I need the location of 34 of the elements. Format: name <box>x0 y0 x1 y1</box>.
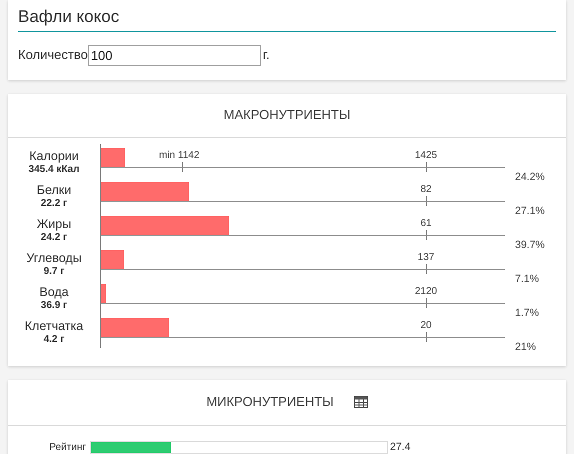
table-icon[interactable] <box>354 396 368 408</box>
unit-label: г. <box>262 46 270 64</box>
norm-label: 82 <box>420 182 432 196</box>
percent-label: 27.1% <box>515 204 545 216</box>
nutrient-name: Вода <box>39 286 69 299</box>
nutrient-amount: 4.2 г <box>44 334 64 345</box>
section-title: МАКРОНУТРИЕНТЫ <box>224 106 350 124</box>
norm-label: 1425 <box>414 148 438 162</box>
nutrient-amount: 9.7 г <box>44 266 64 277</box>
norm-label: 61 <box>420 216 432 230</box>
percent-label: 21% <box>515 340 536 352</box>
rating-label: Рейтинг <box>48 440 87 454</box>
section-title: МИКРОНУТРИЕНТЫ <box>206 393 334 412</box>
norm-label: 2120 <box>414 284 438 298</box>
percent-label: 7.1% <box>515 272 539 284</box>
percent-label: 39.7% <box>515 238 545 250</box>
quantity-label: Количество <box>18 46 88 64</box>
nutrient-name: Белки <box>36 184 72 197</box>
nutrient-amount: 22.2 г <box>40 198 68 209</box>
rating-value: 27.4 <box>390 440 410 454</box>
product-title: Вафли кокос <box>18 0 556 32</box>
min-norm-label: min 1142 <box>159 148 200 162</box>
percent-label: 1.7% <box>515 306 539 318</box>
percent-label: 24.2% <box>515 170 545 182</box>
nutrient-amount: 36.9 г <box>40 300 68 311</box>
nutrient-amount: 345.4 кКал <box>28 164 80 175</box>
nutrient-amount: 24.2 г <box>40 232 68 243</box>
nutrient-name: Углеводы <box>26 252 82 265</box>
norm-label: 20 <box>420 318 432 332</box>
nutrient-name: Клетчатка <box>24 320 84 333</box>
nutrient-name: Калории <box>29 150 79 163</box>
norm-label: 137 <box>418 250 434 264</box>
quantity-field[interactable]: 100 <box>88 44 261 66</box>
nutrient-name: Жиры <box>36 218 72 231</box>
